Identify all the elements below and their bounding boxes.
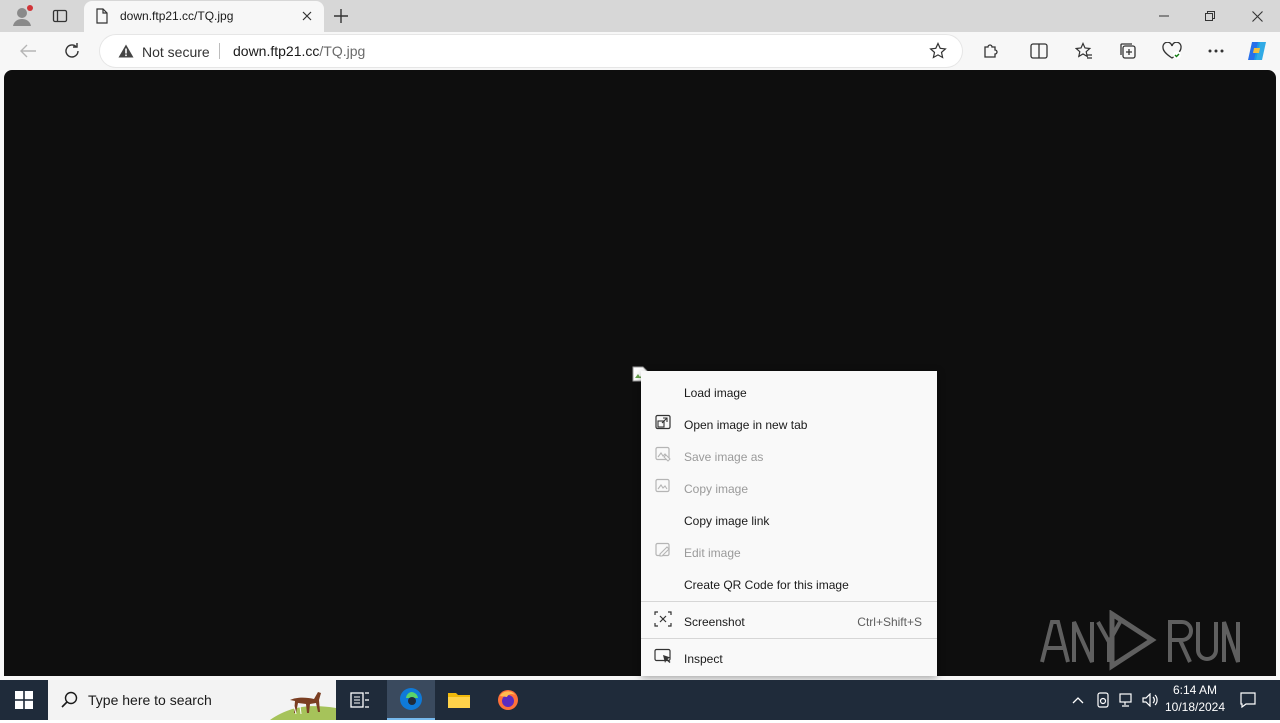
tab-actions-icon[interactable] <box>48 4 72 28</box>
anyrun-watermark-logo <box>1040 609 1240 672</box>
taskbar-search-box[interactable]: Type here to search <box>48 680 336 720</box>
back-icon[interactable] <box>16 39 40 63</box>
minimize-button[interactable] <box>1141 0 1187 32</box>
split-screen-icon[interactable] <box>1027 39 1051 63</box>
menu-item-inspect[interactable]: Inspect <box>641 640 937 672</box>
menu-item-load-image[interactable]: Load image <box>641 374 937 406</box>
collections-icon[interactable] <box>1116 39 1140 63</box>
url-text[interactable]: down.ftp21.cc/TQ.jpg <box>233 43 365 59</box>
profile-icon[interactable] <box>10 4 34 28</box>
taskbar-edge-button[interactable] <box>387 680 435 720</box>
menu-item-open-image-new-tab[interactable]: Open image in new tab <box>641 406 937 438</box>
menu-item-label: Save image as <box>684 450 764 464</box>
menu-item-shortcut: Ctrl+Shift+S <box>857 615 922 629</box>
notification-center-icon[interactable] <box>1234 680 1262 720</box>
security-status[interactable]: Not secure <box>142 44 210 60</box>
extensions-icon[interactable] <box>979 39 1003 63</box>
menu-item-edit-image[interactable]: Edit image <box>641 534 937 566</box>
more-menu-icon[interactable] <box>1204 39 1228 63</box>
favorites-icon[interactable] <box>1072 39 1096 63</box>
page-icon <box>90 4 114 28</box>
save-image-icon <box>654 446 672 462</box>
url-path: /TQ.jpg <box>319 43 366 59</box>
menu-separator <box>641 638 937 639</box>
close-window-button[interactable] <box>1234 0 1280 32</box>
menu-item-label: Load image <box>684 386 747 400</box>
browser-title-bar: down.ftp21.cc/TQ.jpg <box>0 0 1280 32</box>
context-menu: Load image Open image in new tab Save im… <box>641 371 937 676</box>
menu-item-label: Create QR Code for this image <box>684 578 849 592</box>
taskbar-file-explorer-button[interactable] <box>435 680 483 720</box>
warning-icon[interactable] <box>114 39 138 63</box>
menu-separator <box>641 601 937 602</box>
start-button[interactable] <box>0 680 48 720</box>
menu-item-label: Inspect <box>684 652 723 666</box>
search-icon <box>58 688 82 712</box>
show-hidden-icons-chevron-icon[interactable] <box>1066 680 1090 720</box>
close-tab-icon[interactable] <box>295 4 319 28</box>
menu-item-save-image-as[interactable]: Save image as <box>641 438 937 470</box>
inspect-icon <box>654 648 672 664</box>
menu-item-copy-image[interactable]: Copy image <box>641 470 937 502</box>
menu-item-label: Open image in new tab <box>684 418 808 432</box>
address-bar[interactable]: Not secure down.ftp21.cc/TQ.jpg <box>100 35 962 67</box>
open-in-new-tab-icon <box>654 414 672 430</box>
clock-date: 10/18/2024 <box>1164 700 1226 714</box>
menu-item-copy-image-link[interactable]: Copy image link <box>641 502 937 534</box>
url-host: down.ftp21.cc <box>233 43 320 59</box>
refresh-icon[interactable] <box>60 39 84 63</box>
tab-title: down.ftp21.cc/TQ.jpg <box>120 9 234 23</box>
address-separator <box>219 43 220 59</box>
network-icon[interactable] <box>1115 680 1139 720</box>
clock-time: 6:14 AM <box>1172 683 1218 697</box>
edit-image-icon <box>654 542 672 558</box>
browser-essentials-icon[interactable] <box>1160 39 1184 63</box>
new-tab-icon[interactable] <box>329 4 353 28</box>
menu-item-label: Copy image link <box>684 514 770 528</box>
system-clock[interactable]: 6:14 AM 10/18/2024 <box>1160 682 1230 716</box>
device-tray-icon[interactable] <box>1091 680 1115 720</box>
copilot-icon[interactable] <box>1245 39 1269 63</box>
search-highlight-okapi-image <box>270 680 336 720</box>
menu-item-label: Screenshot <box>684 615 745 629</box>
add-favorite-star-icon[interactable] <box>926 39 950 63</box>
taskbar-firefox-button[interactable] <box>484 680 532 720</box>
menu-item-label: Copy image <box>684 482 749 496</box>
search-placeholder: Type here to search <box>88 692 212 708</box>
copy-image-icon <box>654 478 672 494</box>
menu-item-create-qr-code[interactable]: Create QR Code for this image <box>641 566 937 598</box>
menu-item-screenshot[interactable]: Screenshot Ctrl+Shift+S <box>641 603 937 635</box>
active-tab[interactable]: down.ftp21.cc/TQ.jpg <box>84 1 324 32</box>
menu-item-label: Edit image <box>684 546 741 560</box>
restore-button[interactable] <box>1187 0 1233 32</box>
task-view-button[interactable] <box>336 680 384 720</box>
screenshot-icon <box>654 611 672 627</box>
